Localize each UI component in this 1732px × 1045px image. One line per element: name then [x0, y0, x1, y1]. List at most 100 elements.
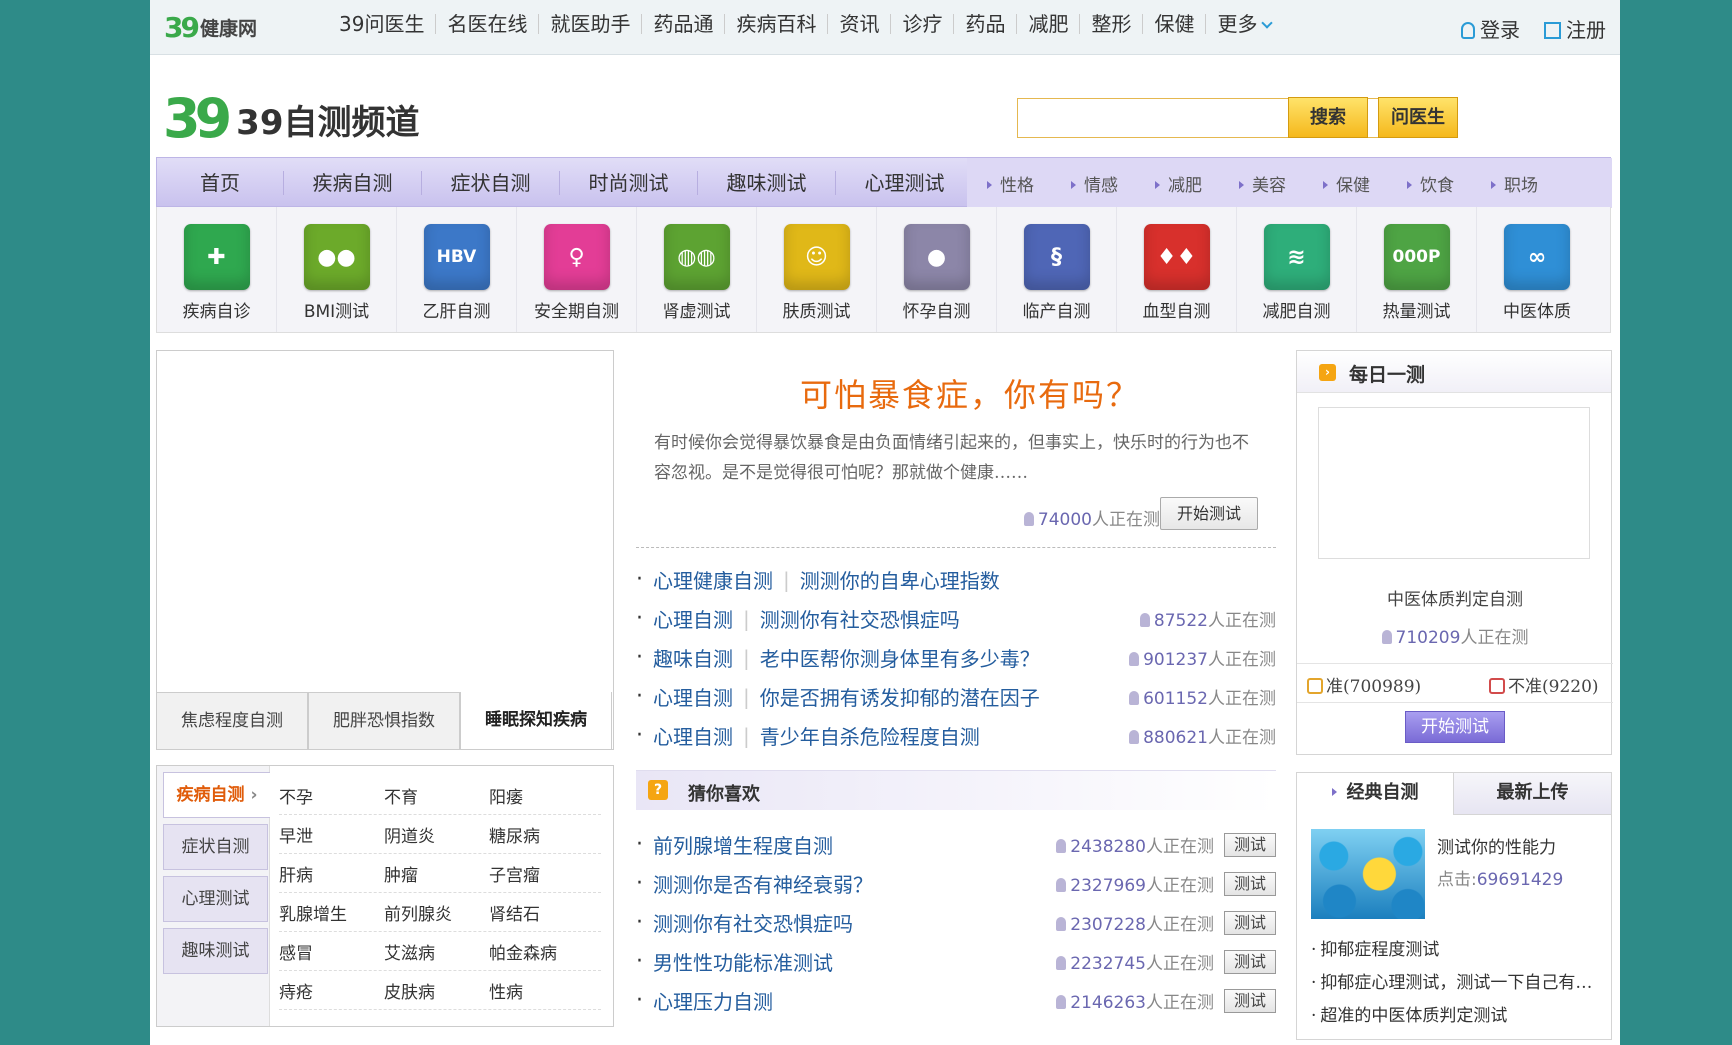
nav-item[interactable]: 趣味测试 [697, 171, 835, 195]
disease-link[interactable]: 子宫瘤 [489, 861, 594, 886]
slide-tab-active[interactable]: 睡眠探知疾病 [460, 692, 612, 750]
disease-link[interactable]: 感冒 [279, 939, 384, 964]
sub-nav-item[interactable]: 性格 [987, 171, 1071, 196]
top-nav-item[interactable]: 诊疗 [890, 14, 953, 34]
test-icon-item[interactable]: ✚ 疾病自诊 [157, 207, 277, 332]
featured-test-title[interactable]: 测试你的性能力 [1437, 833, 1556, 858]
disease-link[interactable]: 不孕 [279, 783, 384, 808]
disease-link[interactable]: 痔疮 [279, 978, 384, 1003]
test-button[interactable]: 测试 [1224, 871, 1276, 896]
test-button[interactable]: 测试 [1224, 949, 1276, 974]
login-link[interactable]: 登录 [1461, 14, 1520, 43]
disease-link[interactable]: 艾滋病 [384, 939, 489, 964]
sub-nav-item[interactable]: 情感 [1071, 171, 1155, 196]
classic-link[interactable]: 抑郁症心理测试，测试一下自己有没有抑郁症 [1311, 968, 1605, 1001]
test-icon-item[interactable]: HBV 乙肝自测 [397, 207, 517, 332]
test-title-link[interactable]: 测测你有社交恐惧症吗 [760, 604, 960, 633]
test-icon-item[interactable]: ♦♦ 血型自测 [1117, 207, 1237, 332]
test-button[interactable]: 测试 [1224, 988, 1276, 1013]
nav-item-home[interactable]: 首页 [157, 171, 283, 195]
top-nav-item[interactable]: 名医在线 [435, 14, 538, 34]
disease-link[interactable]: 性病 [489, 978, 594, 1003]
register-link[interactable]: 注册 [1544, 14, 1606, 43]
test-category-link[interactable]: 心理自测 [653, 604, 733, 633]
site-logo[interactable]: 39 健康网 [164, 10, 257, 44]
test-icon-item[interactable]: ◍◍ 肾虚测试 [637, 207, 757, 332]
sub-nav-item[interactable]: 美容 [1239, 171, 1323, 196]
top-nav-item[interactable]: 疾病百科 [724, 14, 827, 34]
category-tab[interactable]: 症状自测 [163, 824, 268, 870]
disease-link[interactable]: 糖尿病 [489, 822, 594, 847]
test-category-link[interactable]: 心理自测 [653, 682, 733, 711]
disease-link[interactable]: 前列腺炎 [384, 900, 489, 925]
classic-link[interactable]: 抑郁症程度测试 [1311, 935, 1605, 968]
feature-title[interactable]: 可怕暴食症，你有吗？ [635, 370, 1305, 416]
start-test-button[interactable]: 开始测试 [1160, 497, 1258, 530]
nav-item[interactable]: 疾病自测 [283, 171, 421, 195]
top-nav-item[interactable]: 减肥 [1016, 14, 1079, 34]
featured-test-image[interactable] [1311, 829, 1425, 919]
test-button[interactable]: 测试 [1224, 910, 1276, 935]
top-nav-item[interactable]: 药品 [953, 14, 1016, 34]
test-title-link[interactable]: 测测你的自卑心理指数 [800, 565, 1000, 594]
test-icon-item[interactable]: ●● BMI测试 [277, 207, 397, 332]
sub-nav-item[interactable]: 职场 [1491, 171, 1575, 196]
test-title-link[interactable]: 你是否拥有诱发抑郁的潜在因子 [760, 682, 1040, 711]
category-tab[interactable]: 心理测试 [163, 876, 268, 922]
disease-link[interactable]: 阳痿 [489, 783, 594, 808]
disease-link[interactable]: 皮肤病 [384, 978, 489, 1003]
test-icon-item[interactable]: ♀ 安全期自测 [517, 207, 637, 332]
ask-doctor-button[interactable]: 问医生 [1378, 97, 1458, 138]
sub-nav-item[interactable]: 保健 [1323, 171, 1407, 196]
vote-inaccurate[interactable]: 不准(9220) [1489, 672, 1599, 697]
classic-link[interactable]: 超准的中医体质判定测试 [1311, 1001, 1605, 1034]
channel-logo[interactable]: 39 39自测频道 [163, 90, 419, 148]
category-tab[interactable]: 趣味测试 [163, 928, 268, 974]
slide-tab[interactable]: 焦虑程度自测 [156, 692, 308, 750]
tab-classic[interactable]: 经典自测 [1297, 773, 1454, 815]
vote-accurate[interactable]: 准(700989) [1307, 672, 1421, 697]
test-icon-item[interactable]: ☺ 肤质测试 [757, 207, 877, 332]
daily-test-name[interactable]: 中医体质判定自测 [1297, 585, 1613, 610]
category-tab-active[interactable]: 疾病自测 › [163, 772, 270, 818]
slide-tab[interactable]: 肥胖恐惧指数 [308, 692, 460, 750]
test-icon-item[interactable]: ∞ 中医体质 [1477, 207, 1597, 332]
daily-test-image[interactable] [1318, 407, 1590, 559]
nav-item[interactable]: 症状自测 [421, 171, 559, 195]
disease-link[interactable]: 肝病 [279, 861, 384, 886]
tab-latest[interactable]: 最新上传 [1454, 773, 1611, 815]
disease-link[interactable]: 肾结石 [489, 900, 594, 925]
test-icon-item[interactable]: ● 怀孕自测 [877, 207, 997, 332]
top-nav-item[interactable]: 保健 [1142, 14, 1205, 34]
test-category-link[interactable]: 心理自测 [653, 721, 733, 750]
daily-start-button[interactable]: 开始测试 [1405, 711, 1505, 743]
test-title-link[interactable]: 老中医帮你测身体里有多少毒？ [760, 643, 1040, 672]
search-button[interactable]: 搜索 [1288, 97, 1368, 138]
test-icon-item[interactable]: 000P 热量测试 [1357, 207, 1477, 332]
test-category-link[interactable]: 趣味自测 [653, 643, 733, 672]
nav-item[interactable]: 心理测试 [835, 171, 973, 195]
disease-link[interactable]: 阴道炎 [384, 822, 489, 847]
test-title-link[interactable]: 青少年自杀危险程度自测 [760, 721, 980, 750]
top-nav-item[interactable]: 39问医生 [328, 14, 435, 34]
sub-nav-item[interactable]: 减肥 [1155, 171, 1239, 196]
disease-link[interactable]: 肿瘤 [384, 861, 489, 886]
top-nav-item[interactable]: 整形 [1079, 14, 1142, 34]
test-title-link[interactable]: 心理压力自测 [653, 986, 773, 1015]
disease-link[interactable]: 不育 [384, 783, 489, 808]
test-title-link[interactable]: 测测你是否有神经衰弱？ [653, 869, 873, 898]
top-nav-item[interactable]: 资讯 [827, 14, 890, 34]
test-icon-item[interactable]: § 临产自测 [997, 207, 1117, 332]
nav-item[interactable]: 时尚测试 [559, 171, 697, 195]
disease-link[interactable]: 乳腺增生 [279, 900, 384, 925]
sub-nav-item[interactable]: 饮食 [1407, 171, 1491, 196]
top-nav-item[interactable]: 就医助手 [538, 14, 641, 34]
test-title-link[interactable]: 前列腺增生程度自测 [653, 830, 833, 859]
more-menu[interactable]: 更多 [1205, 14, 1282, 34]
disease-link[interactable]: 早泄 [279, 822, 384, 847]
disease-link[interactable]: 帕金森病 [489, 939, 594, 964]
test-category-link[interactable]: 心理健康自测 [653, 565, 773, 594]
test-title-link[interactable]: 男性性功能标准测试 [653, 947, 833, 976]
test-title-link[interactable]: 测测你有社交恐惧症吗 [653, 908, 853, 937]
test-icon-item[interactable]: ≋ 减肥自测 [1237, 207, 1357, 332]
